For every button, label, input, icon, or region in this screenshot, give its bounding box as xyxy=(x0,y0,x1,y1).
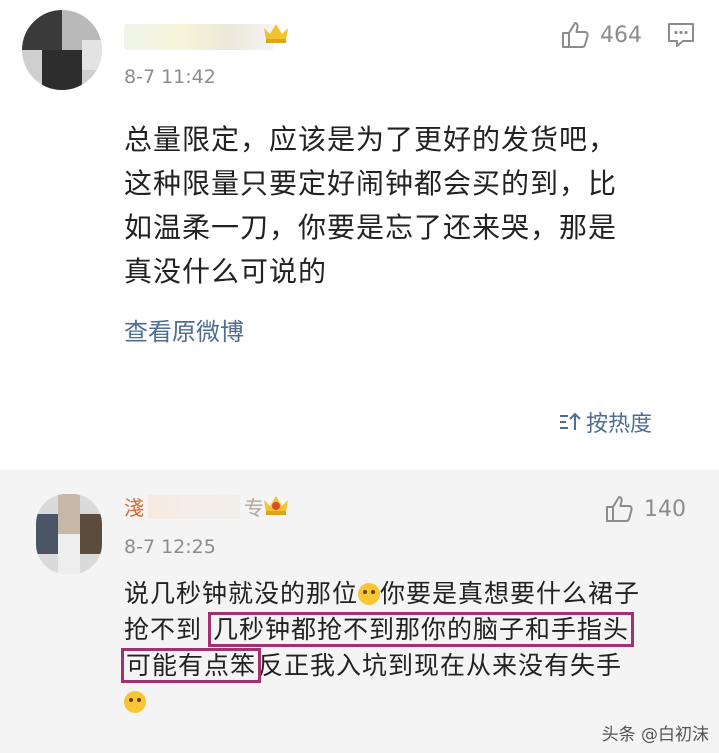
reply-timestamp: 8-7 12:25 xyxy=(124,536,216,558)
reply-line-4 xyxy=(124,684,704,720)
reply-text-segment: 反正我入坑到现在从来没有失手 xyxy=(258,651,623,680)
reply-username-last-char: 专 xyxy=(244,496,264,520)
username-blurred xyxy=(148,494,240,519)
grin-emoji-icon xyxy=(124,691,146,713)
sort-by-hot-button[interactable]: 按热度 xyxy=(558,406,652,438)
grin-emoji-icon xyxy=(358,583,381,605)
comment-timestamp: 8-7 11:42 xyxy=(124,66,216,88)
like-button[interactable]: 464 xyxy=(560,20,642,50)
crown-badge-icon xyxy=(264,24,288,43)
thumb-up-icon xyxy=(562,22,589,48)
like-count: 464 xyxy=(600,22,642,48)
highlighted-text: 可能有点笨 xyxy=(120,648,262,683)
comment-line: 总量限定，应该是为了更好的发货吧， xyxy=(124,123,618,156)
comment-line: 这种限量只要定好闹钟都会买的到，比 xyxy=(124,167,618,200)
sort-label: 按热度 xyxy=(586,412,653,437)
main-comment: 8-7 11:42 464 总量限定，应该是为了更好的发货吧， 这种限量只要定好… xyxy=(0,0,719,470)
highlighted-text: 几秒钟都抢不到那你的脑子和手指头 xyxy=(207,612,634,647)
reply-body: 说几秒钟就没的那位 你要是真想要什么裙子 抢不到 几秒钟都抢不到那你的脑子和手指头… xyxy=(120,576,704,720)
view-original-weibo-link[interactable]: 查看原微博 xyxy=(124,312,244,347)
crown-badge-icon xyxy=(264,496,288,515)
reply-text-segment: 你要是真想要什么裙子 xyxy=(380,579,641,608)
reply-username-first-char: 淺 xyxy=(124,496,144,520)
reply-line-3: 可能有点笨反正我入坑到现在从来没有失手 xyxy=(120,648,704,684)
reply-text-segment: 抢不到 xyxy=(124,615,203,644)
sort-icon xyxy=(560,412,581,430)
reply-like-count: 140 xyxy=(644,496,686,522)
reply-text-segment: 说几秒钟就没的那位 xyxy=(124,579,359,608)
thumb-up-icon xyxy=(606,496,633,522)
watermark: 头条 @白初沫 xyxy=(601,725,709,745)
reply-user-avatar[interactable] xyxy=(36,494,102,574)
reply-line-1: 说几秒钟就没的那位 你要是真想要什么裙子 xyxy=(124,576,704,612)
username-blurred[interactable] xyxy=(124,24,274,50)
comment-line: 真没什么可说的 xyxy=(124,255,328,288)
reply-comment: 淺 专 8-7 12:25 140 说几秒钟就没的那位 你要是真想要什么裙子 抢不… xyxy=(0,470,719,753)
reply-line-2: 抢不到 几秒钟都抢不到那你的脑子和手指头 xyxy=(124,612,704,648)
comment-icon[interactable] xyxy=(666,20,696,50)
reply-username[interactable]: 淺 专 xyxy=(124,492,264,521)
comment-line: 如温柔一刀，你要是忘了还来哭，那是 xyxy=(124,211,618,244)
comment-body: 总量限定，应该是为了更好的发货吧， 这种限量只要定好闹钟都会买的到，比 如温柔一… xyxy=(124,118,704,294)
reply-like-button[interactable]: 140 xyxy=(604,494,686,524)
user-avatar[interactable] xyxy=(22,10,102,90)
